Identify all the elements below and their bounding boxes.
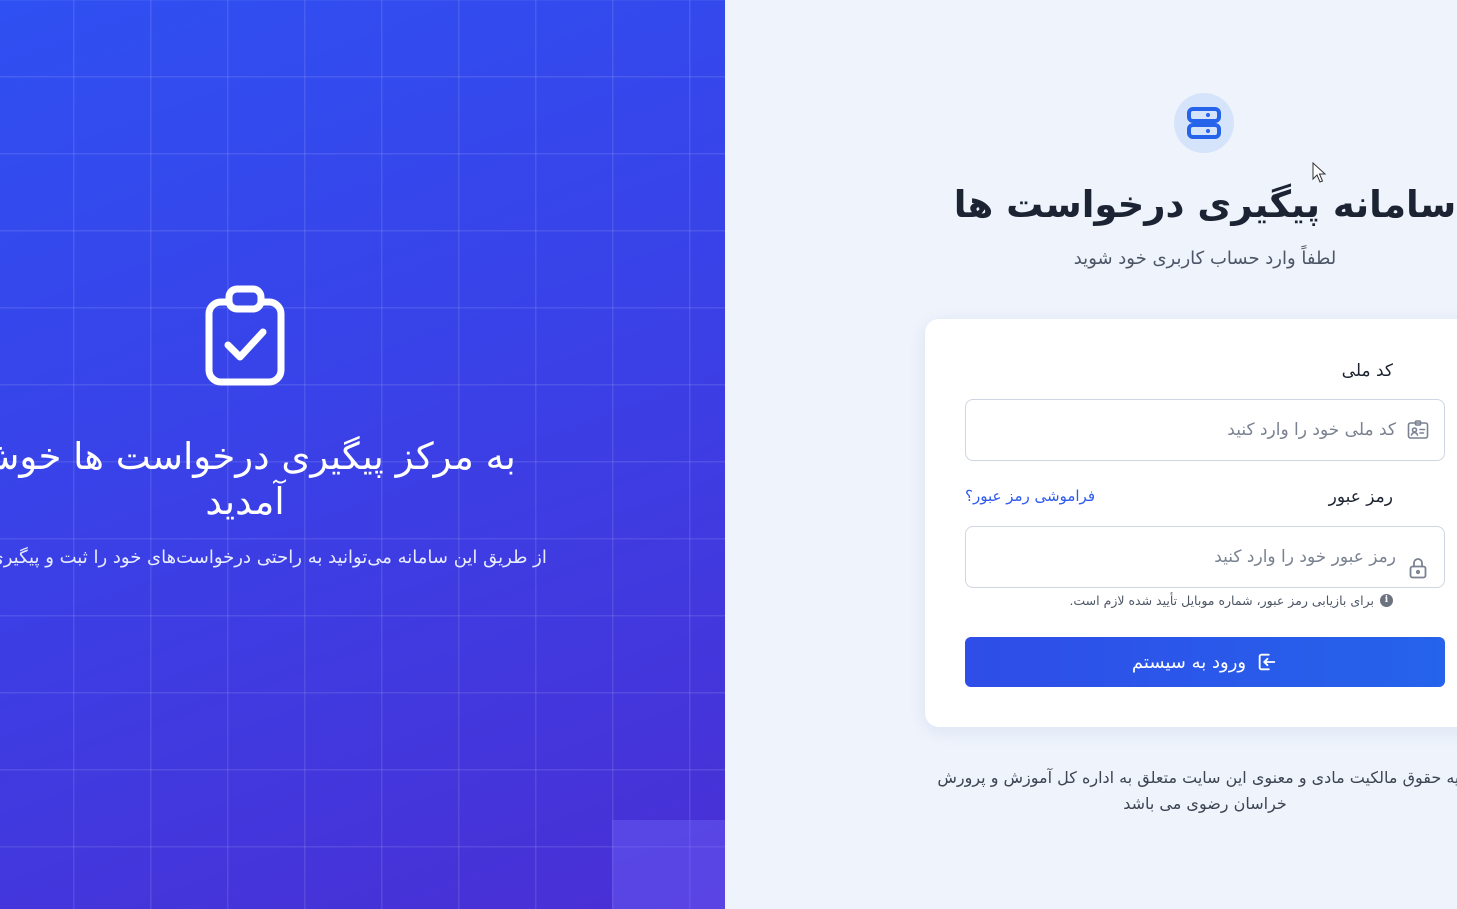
login-button-label: ورود به سیستم [1131, 651, 1247, 673]
password-hint-text: برای بازیابی رمز عبور، شماره موبایل تأیی… [1069, 593, 1374, 608]
footer-copyright: کلیه حقوق مالکیت مادی و معنوی این سایت م… [937, 768, 1457, 813]
info-icon: i [1380, 594, 1393, 607]
login-card: کد ملی رمز عبور فراموشی رمز عبور؟ i [925, 319, 1457, 727]
hero-description: از طریق این سامانه می‌توانید به راحتی در… [0, 547, 547, 568]
password-label: رمز عبور [1328, 487, 1393, 507]
server-icon [1187, 107, 1221, 139]
forgot-password-link[interactable]: فراموشی رمز عبور؟ [965, 487, 1095, 505]
app-title: سامانه پیگیری درخواست ها [953, 183, 1457, 226]
password-hint: i برای بازیابی رمز عبور، شماره موبایل تأ… [1069, 593, 1393, 608]
hero-panel: به مرکز پیگیری درخواست ها خوش آمدید از ط… [0, 0, 725, 909]
login-icon [1258, 653, 1276, 671]
app-subtitle: لطفاً وارد حساب کاربری خود شوید [1073, 248, 1337, 269]
password-input[interactable] [976, 527, 1396, 587]
login-page: به مرکز پیگیری درخواست ها خوش آمدید از ط… [0, 0, 1457, 909]
national-id-field[interactable] [965, 399, 1445, 461]
lock-icon [1409, 558, 1427, 579]
national-id-input[interactable] [976, 400, 1396, 460]
id-card-icon [1407, 420, 1429, 439]
clipboard-check-icon [205, 285, 285, 386]
hero-title: به مرکز پیگیری درخواست ها خوش آمدید [0, 435, 516, 523]
national-id-label: کد ملی [1341, 361, 1393, 381]
login-button[interactable]: ورود به سیستم [965, 637, 1445, 687]
mouse-cursor-icon [1312, 162, 1326, 183]
password-field[interactable] [965, 526, 1445, 588]
brand-badge [1174, 93, 1234, 153]
hero-glow-block [612, 820, 725, 909]
